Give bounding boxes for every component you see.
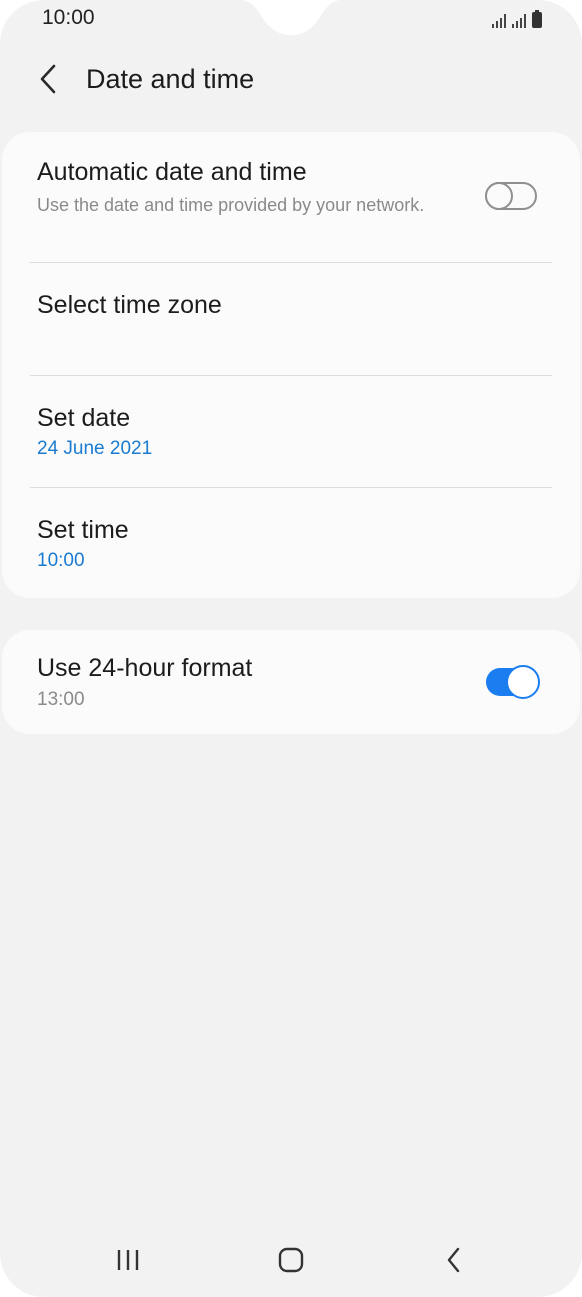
set-time-value: 10:00 [37, 550, 85, 571]
recent-apps-icon [117, 1250, 139, 1270]
hour-format-row[interactable]: Use 24-hour format 13:00 [2, 630, 580, 734]
settings-card-format: Use 24-hour format 13:00 [2, 630, 580, 734]
system-back-button[interactable] [434, 1242, 474, 1278]
hour-format-title: Use 24-hour format [37, 654, 253, 682]
toggle-knob [485, 182, 513, 210]
chevron-left-icon [40, 64, 56, 94]
set-date-title: Set date [37, 404, 131, 432]
settings-card-date-time: Automatic date and time Use the date and… [2, 132, 580, 598]
automatic-date-time-toggle[interactable] [485, 182, 537, 210]
automatic-date-time-title: Automatic date and time [37, 158, 307, 186]
status-bar: 10:00 [0, 0, 582, 38]
set-date-row[interactable]: Set date 24 June 2021 [2, 376, 580, 487]
status-time: 10:00 [42, 6, 95, 29]
select-time-zone-row[interactable]: Select time zone [2, 263, 580, 375]
toggle-knob [506, 665, 540, 699]
back-button[interactable] [30, 60, 66, 98]
signal-icon [512, 12, 526, 28]
recent-apps-button[interactable] [108, 1242, 148, 1278]
set-time-title: Set time [37, 516, 129, 544]
set-date-value: 24 June 2021 [37, 438, 153, 459]
automatic-date-time-subtitle: Use the date and time provided by your n… [37, 195, 425, 215]
battery-icon [532, 10, 542, 28]
phone-screen: 10:00 Date and time Automatic date and t… [0, 0, 582, 1297]
set-time-row[interactable]: Set time 10:00 [2, 488, 580, 598]
camera-notch [242, 0, 340, 35]
hour-format-value: 13:00 [37, 689, 85, 710]
navigation-bar [0, 1230, 582, 1290]
status-icons [492, 8, 542, 28]
hour-format-toggle[interactable] [486, 665, 540, 699]
page-title: Date and time [86, 64, 255, 94]
signal-icon [492, 12, 506, 28]
back-icon [447, 1247, 460, 1273]
app-header: Date and time [0, 50, 582, 110]
home-icon [278, 1247, 304, 1273]
automatic-date-time-row[interactable]: Automatic date and time Use the date and… [2, 132, 580, 262]
select-time-zone-title: Select time zone [37, 291, 222, 319]
home-button[interactable] [271, 1242, 311, 1278]
